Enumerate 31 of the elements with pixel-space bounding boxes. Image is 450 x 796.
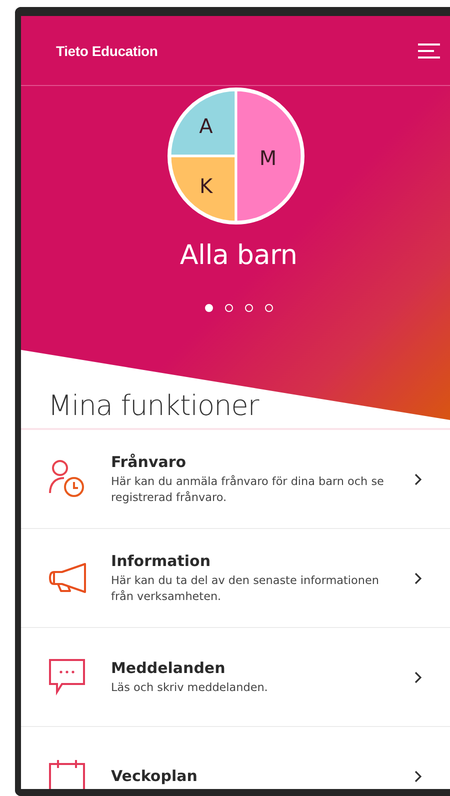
pager-dot[interactable] [224,304,232,312]
brand-logo: Tieto Education [56,42,158,58]
function-row[interactable]: Veckoplan [21,727,450,789]
calendar-icon [48,758,86,789]
function-description: Här kan du anmäla frånvaro för dina barn och se registrerad frånvaro. [111,474,385,506]
pager-dot[interactable] [244,304,252,312]
chevron-right-icon [414,572,422,584]
function-row[interactable]: Frånvaro Här kan du anmäla frånvaro för dina barn och se registrerad frånvaro. [21,430,450,529]
chevron-right-icon [414,670,422,684]
megaphone-icon [48,562,88,594]
pager-dot[interactable] [204,304,212,312]
children-avatar[interactable]: A K M [166,86,306,226]
child-initial: M [258,146,276,170]
function-description: Läs och skriv meddelanden. [111,680,269,696]
person-clock-icon [48,459,86,499]
function-title: Meddelanden [111,658,226,676]
menu-icon[interactable] [418,42,440,58]
child-initial: A [198,114,212,138]
chat-bubble-icon [48,658,86,696]
child-name: Alla barn [180,240,298,271]
section-title: Mina funktioner [21,389,450,430]
function-row[interactable]: Information Här kan du ta del av den senaste informationen från verksamheten. [21,529,450,628]
function-title: Information [111,552,212,570]
chevron-right-icon [414,472,422,486]
function-title: Veckoplan [111,767,198,785]
function-row[interactable]: Meddelanden Läs och skriv meddelanden. [21,628,450,727]
child-initial: K [198,174,212,198]
chevron-right-icon [414,770,422,782]
pager-dot[interactable] [264,304,272,312]
function-description: Här kan du ta del av den senaste informationen från verksamheten. [111,572,380,604]
function-title: Frånvaro [111,452,188,470]
